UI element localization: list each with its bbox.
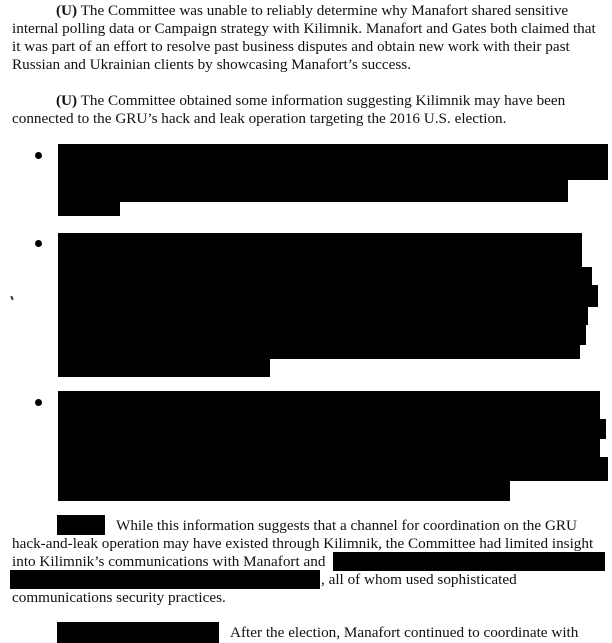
paragraph-2-line-1: (U) The Committee obtained some informat… — [56, 92, 565, 110]
paragraph-2-text: The Committee obtained some information … — [80, 92, 566, 109]
paragraph-1-line-3: it was part of an effort to resolve past… — [12, 38, 570, 55]
redaction-inline — [57, 622, 219, 643]
classification-marker: (U) — [56, 2, 78, 19]
bullet-3 — [35, 399, 42, 406]
paragraph-3-line-2: hack-and-leak operation may have existed… — [12, 535, 594, 552]
redaction-block — [58, 285, 598, 307]
redaction-block — [58, 419, 606, 439]
redaction-block — [58, 479, 510, 501]
paragraph-3-line-4: , all of whom used sophisticated — [321, 571, 517, 588]
redaction-block — [58, 323, 586, 345]
paragraph-1-line-2: internal polling data or Campaign strate… — [12, 20, 596, 37]
paragraph-1-line-4: Russian and Ukrainian clients by showcas… — [12, 56, 412, 73]
paragraph-1-line-1: (U) The Committee was unable to reliably… — [56, 2, 568, 20]
paragraph-3-line-1: While this information suggests that a c… — [116, 517, 578, 534]
paragraph-1-text: The Committee was unable to reliably det… — [80, 2, 569, 19]
paragraph-3-line-3: into Kilimnik’s communications with Mana… — [12, 553, 326, 570]
redaction-inline — [333, 552, 605, 571]
redaction-block — [58, 457, 608, 481]
paragraph-3-line-5: communications security practices. — [12, 589, 226, 606]
redaction-inline — [10, 570, 320, 589]
redaction-inline — [57, 515, 105, 535]
redaction-block — [58, 144, 608, 180]
redaction-block — [58, 267, 592, 287]
redaction-block — [58, 305, 588, 325]
bullet-1 — [35, 152, 42, 159]
paragraph-2-line-2: connected to the GRU’s hack and leak ope… — [12, 110, 507, 127]
redaction-block — [58, 357, 270, 377]
redaction-block — [58, 200, 120, 216]
redaction-block — [58, 233, 582, 269]
scan-speck — [10, 295, 14, 301]
paragraph-4-line-1: After the election, Manafort continued t… — [230, 624, 579, 641]
redaction-block — [58, 178, 568, 202]
redaction-block — [58, 437, 600, 459]
bullet-2 — [35, 240, 42, 247]
redaction-block — [58, 391, 600, 421]
classification-marker: (U) — [56, 92, 78, 109]
